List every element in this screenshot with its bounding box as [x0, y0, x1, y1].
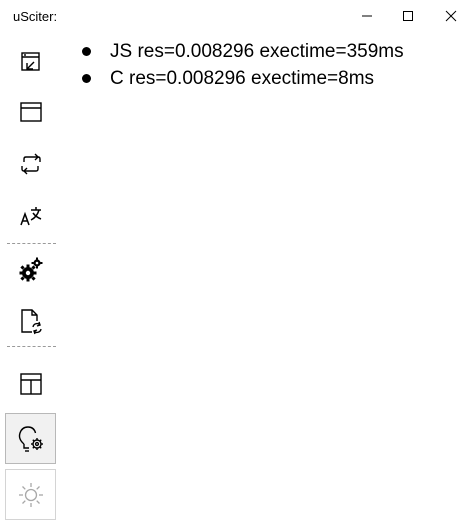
document-sync-icon [20, 308, 42, 334]
list-item: JS res=0.008296 exectime=359ms [82, 38, 460, 65]
bullet-icon [82, 47, 91, 56]
sidebar-item-refresh[interactable] [5, 138, 56, 189]
refresh-icon [20, 153, 41, 174]
window-arrow-icon [20, 51, 40, 71]
window-title: uSciter: [13, 9, 58, 24]
sun-icon [18, 482, 43, 507]
table-icon [19, 372, 42, 395]
window-icon [19, 101, 42, 122]
list-item: C res=0.008296 exectime=8ms [82, 65, 460, 92]
maximize-icon [403, 11, 413, 21]
result-js-text: JS res=0.008296 exectime=359ms [110, 41, 404, 62]
close-button[interactable] [428, 0, 474, 32]
sidebar-item-table[interactable] [5, 358, 56, 409]
sidebar-item-gears[interactable] [5, 244, 56, 295]
result-c-text: C res=0.008296 exectime=8ms [110, 68, 375, 89]
results-list: JS res=0.008296 exectime=359ms C res=0.0… [70, 38, 460, 92]
gears-icon [19, 257, 42, 281]
sidebar-item-document-sync[interactable] [5, 295, 56, 346]
lightbulb-gear-icon [18, 425, 43, 452]
title-bar: uSciter: [0, 0, 474, 32]
minimize-icon [362, 15, 372, 17]
sidebar-item-sun[interactable] [5, 469, 56, 520]
sidebar-item-window-arrow[interactable] [5, 36, 56, 87]
bullet-icon [82, 74, 91, 83]
sidebar-item-lightbulb[interactable] [5, 413, 56, 464]
sidebar-item-window[interactable] [5, 86, 56, 137]
minimize-button[interactable] [344, 0, 390, 32]
close-icon [445, 10, 457, 22]
translate-icon [19, 206, 41, 225]
sidebar-item-translate[interactable] [5, 190, 56, 241]
sidebar-separator [7, 346, 56, 347]
results-panel: JS res=0.008296 exectime=359ms C res=0.0… [70, 38, 460, 92]
maximize-button[interactable] [385, 0, 431, 32]
